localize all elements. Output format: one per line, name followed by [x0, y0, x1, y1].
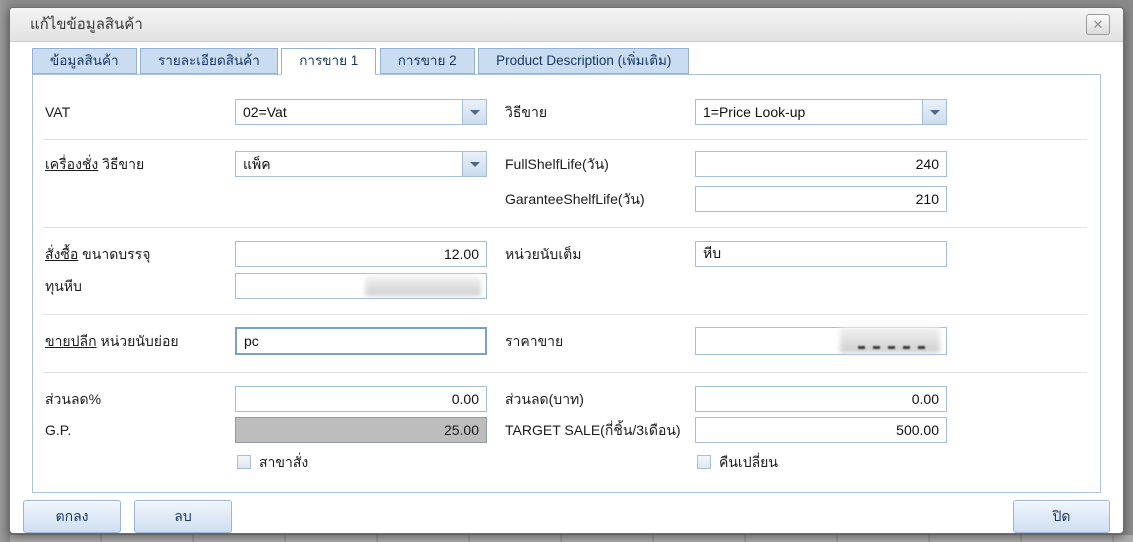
garantee-shelf-life-label: GaranteeShelfLife(วัน)	[505, 186, 645, 212]
full-shelf-life-input[interactable]	[695, 151, 947, 177]
chevron-down-icon[interactable]	[462, 100, 486, 124]
sale-price-label: ราคาขาย	[505, 328, 563, 354]
tab-sales-2[interactable]: การขาย 2	[380, 48, 475, 74]
gp-input	[235, 417, 487, 443]
discount-baht-label: ส่วนลด(บาท)	[505, 386, 584, 412]
purchase-label-rest: ขนาดบรรจุ	[78, 246, 150, 262]
redaction-smudge	[858, 346, 932, 349]
retail-sub-unit-input[interactable]	[235, 327, 487, 355]
branch-order-checkbox-label: สาขาสั่ง	[259, 454, 308, 470]
retail-sub-unit-label: ขายปลีก หน่วยนับย่อย	[45, 328, 179, 354]
discount-baht-input[interactable]	[695, 386, 947, 412]
case-cost-label: ทุนหีบ	[45, 273, 82, 299]
chevron-down-icon[interactable]	[922, 100, 946, 124]
delete-button[interactable]: ลบ	[134, 500, 232, 533]
redaction-blur	[365, 276, 481, 296]
redacted-value	[365, 276, 481, 296]
tab-product-info[interactable]: ข้อมูลสินค้า	[32, 48, 137, 74]
vat-select-value: 02=Vat	[243, 100, 460, 124]
scale-label-rest: วิธีขาย	[98, 156, 144, 172]
tab-product-description[interactable]: Product Description (เพิ่มเติม)	[478, 48, 689, 74]
discount-percent-label: ส่วนลด%	[45, 386, 101, 412]
background-app-fragment-bottom	[10, 535, 1133, 542]
edit-product-dialog: แก้ไขข้อมูลสินค้า ✕ ข้อมูลสินค้า รายละเอ…	[9, 7, 1124, 534]
target-sale-label: TARGET SALE(กี่ชิ้น/3เดือน)	[505, 417, 681, 443]
chevron-down-icon[interactable]	[462, 152, 486, 176]
dialog-title: แก้ไขข้อมูลสินค้า	[30, 8, 143, 42]
full-unit-label: หน่วยนับเต็ม	[505, 241, 581, 267]
return-exchange-checkbox[interactable]	[697, 455, 711, 469]
sale-method-label: วิธีขาย	[505, 99, 547, 125]
sale-method-select-value: 1=Price Look-up	[703, 100, 920, 124]
return-exchange-checkbox-label: คืนเปลี่ยน	[719, 454, 778, 470]
sale-method-select[interactable]: 1=Price Look-up	[695, 99, 947, 125]
vat-label: VAT	[45, 99, 70, 125]
purchase-pack-size-label: สั่งซื้อ ขนาดบรรจุ	[45, 241, 150, 267]
section-divider	[43, 139, 1087, 140]
scale-sale-method-select-value: แพ็ค	[243, 152, 460, 176]
purchase-pack-size-input[interactable]	[235, 241, 487, 267]
redacted-value	[840, 327, 940, 353]
section-divider	[43, 227, 1087, 228]
redaction-blur	[840, 327, 940, 353]
branch-order-checkbox[interactable]	[237, 455, 251, 469]
close-button[interactable]: ✕	[1086, 14, 1110, 35]
full-shelf-life-label: FullShelfLife(วัน)	[505, 151, 609, 177]
retail-label-rest: หน่วยนับย่อย	[97, 333, 179, 349]
tab-product-details[interactable]: รายละเอียดสินค้า	[140, 48, 278, 74]
retail-label-underlined: ขายปลีก	[45, 333, 97, 349]
section-divider	[43, 372, 1087, 373]
dialog-titlebar: แก้ไขข้อมูลสินค้า ✕	[10, 8, 1123, 42]
section-divider	[43, 314, 1087, 315]
full-unit-input[interactable]	[695, 241, 947, 267]
garantee-shelf-life-input[interactable]	[695, 186, 947, 212]
close-dialog-button[interactable]: ปิด	[1013, 500, 1110, 533]
vat-select[interactable]: 02=Vat	[235, 99, 487, 125]
target-sale-input[interactable]	[695, 417, 947, 443]
gp-label: G.P.	[45, 417, 71, 443]
discount-percent-input[interactable]	[235, 386, 487, 412]
purchase-label-underlined: สั่งซื้อ	[45, 246, 78, 262]
tab-sales-1[interactable]: การขาย 1	[281, 48, 376, 75]
scale-sale-method-select[interactable]: แพ็ค	[235, 151, 487, 177]
scale-sale-method-label: เครื่องชั่ง วิธีขาย	[45, 151, 144, 177]
close-icon: ✕	[1093, 17, 1104, 32]
tab-bar: ข้อมูลสินค้า รายละเอียดสินค้า การขาย 1 ก…	[32, 48, 688, 75]
ok-button[interactable]: ตกลง	[23, 500, 121, 533]
scale-label-underlined: เครื่องชั่ง	[45, 156, 98, 172]
